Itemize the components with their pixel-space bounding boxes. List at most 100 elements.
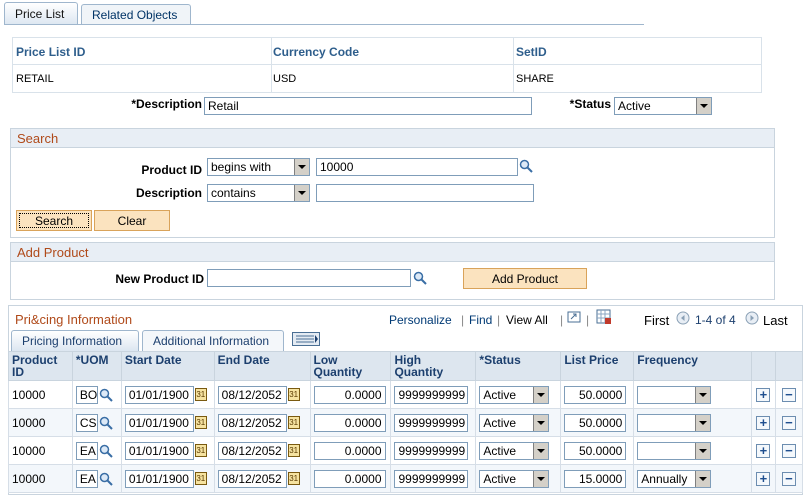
product-id-input[interactable]: 10000 xyxy=(316,158,518,176)
add-row-icon[interactable]: + xyxy=(756,415,771,430)
delete-row-icon[interactable]: − xyxy=(781,387,796,402)
tab-pricing-information[interactable]: Pricing Information xyxy=(11,330,139,351)
price-list-header: Price List ID Currency Code SetID RETAIL… xyxy=(12,37,762,93)
show-all-columns-icon[interactable] xyxy=(292,332,320,346)
product-id-operator-value: begins with xyxy=(211,160,272,174)
list-price-input[interactable]: 50.0000 xyxy=(564,441,627,460)
frequency-select[interactable] xyxy=(637,413,712,432)
pricing-title: Pri&cing Information xyxy=(15,312,133,327)
start-date-input[interactable]: 01/01/1900 xyxy=(124,469,194,488)
low-quantity-input[interactable]: 0.0000 xyxy=(313,413,386,432)
next-icon[interactable] xyxy=(745,311,759,325)
high-quantity-input[interactable]: 9999999999 xyxy=(394,441,469,460)
first-label[interactable]: First xyxy=(644,313,669,328)
high-quantity-input[interactable]: 9999999999 xyxy=(394,413,469,432)
list-price-input[interactable]: 50.0000 xyxy=(564,413,627,432)
view-all-link[interactable]: View All xyxy=(506,313,548,327)
status-select[interactable]: Active xyxy=(479,441,550,460)
clear-button[interactable]: Clear xyxy=(94,210,170,231)
calendar-icon[interactable]: 31 xyxy=(287,472,300,485)
col-status: *Status xyxy=(475,351,562,381)
end-date-input[interactable]: 08/12/2052 xyxy=(217,469,287,488)
delete-row-icon[interactable]: − xyxy=(781,415,796,430)
currency-code-header: Currency Code xyxy=(273,45,360,59)
low-quantity-input[interactable]: 0.0000 xyxy=(313,385,386,404)
calendar-icon[interactable]: 31 xyxy=(287,444,300,457)
delete-row-cell: − xyxy=(774,464,804,493)
frequency-cell xyxy=(633,380,752,409)
search-icon[interactable] xyxy=(519,159,533,173)
col-start-date: Start Date xyxy=(120,351,215,381)
calendar-icon[interactable]: 31 xyxy=(287,388,300,401)
table-row: 10000 EA 01/01/1900 31 08/12/2052 31 0.0000 999… xyxy=(8,464,804,493)
tab-related-objects[interactable]: Related Objects xyxy=(81,4,191,24)
description-operator-select[interactable]: contains xyxy=(207,184,310,202)
end-date-input[interactable]: 08/12/2052 xyxy=(217,441,287,460)
download-spreadsheet-icon[interactable] xyxy=(596,309,612,325)
search-description-input[interactable] xyxy=(316,184,534,202)
list-price-cell: 15.0000 xyxy=(560,464,635,493)
start-date-cell: 01/01/1900 31 xyxy=(120,408,215,437)
calendar-icon[interactable]: 31 xyxy=(287,416,300,429)
chevron-down-icon xyxy=(695,414,711,431)
search-button[interactable]: Search xyxy=(16,210,92,231)
chevron-down-icon xyxy=(696,98,711,114)
low-quantity-input[interactable]: 0.0000 xyxy=(313,441,386,460)
end-date-cell: 08/12/2052 31 xyxy=(213,436,311,465)
list-price-input[interactable]: 50.0000 xyxy=(564,385,627,404)
search-icon[interactable] xyxy=(99,388,113,402)
previous-icon[interactable] xyxy=(676,311,690,325)
frequency-select[interactable] xyxy=(637,441,712,460)
list-price-cell: 50.0000 xyxy=(560,380,635,409)
status-select[interactable]: Active xyxy=(479,385,550,404)
frequency-select[interactable] xyxy=(637,385,712,404)
calendar-icon[interactable]: 31 xyxy=(194,444,207,457)
tab-price-list[interactable]: Price List xyxy=(4,2,78,25)
uom-input[interactable]: EA xyxy=(75,469,98,488)
zoom-icon[interactable] xyxy=(567,310,582,324)
status-select[interactable]: Active xyxy=(479,469,550,488)
search-icon[interactable] xyxy=(99,416,113,430)
delete-row-icon[interactable]: − xyxy=(781,443,796,458)
col-high-quantity: High Quantity xyxy=(390,351,477,381)
start-date-input[interactable]: 01/01/1900 xyxy=(124,441,194,460)
header-row xyxy=(13,38,761,65)
uom-input[interactable]: CS xyxy=(75,413,98,432)
separator: | xyxy=(461,313,465,327)
end-date-input[interactable]: 08/12/2052 xyxy=(217,385,287,404)
low-quantity-input[interactable]: 0.0000 xyxy=(313,469,386,488)
high-quantity-input[interactable]: 9999999999 xyxy=(394,469,469,488)
product-id-operator-select[interactable]: begins with xyxy=(207,158,310,176)
add-product-button[interactable]: Add Product xyxy=(463,268,587,289)
tab-additional-information[interactable]: Additional Information xyxy=(142,330,284,351)
start-date-input[interactable]: 01/01/1900 xyxy=(124,413,194,432)
find-link[interactable]: Find xyxy=(469,313,492,327)
search-icon[interactable] xyxy=(413,271,427,285)
end-date-cell: 08/12/2052 31 xyxy=(213,408,311,437)
uom-input[interactable]: BOX xyxy=(75,385,98,404)
status-select[interactable]: Active xyxy=(614,97,712,115)
end-date-input[interactable]: 08/12/2052 xyxy=(217,413,287,432)
start-date-input[interactable]: 01/01/1900 xyxy=(124,385,194,404)
search-icon[interactable] xyxy=(99,444,113,458)
search-icon[interactable] xyxy=(99,472,113,486)
calendar-icon[interactable]: 31 xyxy=(194,472,207,485)
list-price-input[interactable]: 15.0000 xyxy=(564,469,627,488)
calendar-icon[interactable]: 31 xyxy=(194,416,207,429)
frequency-select[interactable]: Annually xyxy=(637,469,712,488)
personalize-link[interactable]: Personalize xyxy=(389,313,452,327)
start-date-cell: 01/01/1900 31 xyxy=(120,380,215,409)
delete-row-icon[interactable]: − xyxy=(781,471,796,486)
add-row-icon[interactable]: + xyxy=(756,471,771,486)
uom-input[interactable]: EA xyxy=(75,441,98,460)
calendar-icon[interactable]: 31 xyxy=(194,388,207,401)
low-quantity-cell: 0.0000 xyxy=(309,436,392,465)
status-select[interactable]: Active xyxy=(479,413,550,432)
new-product-id-input[interactable] xyxy=(207,269,411,287)
description-input[interactable]: Retail xyxy=(204,97,532,115)
high-quantity-input[interactable]: 9999999999 xyxy=(394,385,469,404)
frequency-cell xyxy=(633,436,752,465)
last-label[interactable]: Last xyxy=(763,313,788,328)
add-row-icon[interactable]: + xyxy=(756,443,771,458)
add-row-icon[interactable]: + xyxy=(756,387,771,402)
